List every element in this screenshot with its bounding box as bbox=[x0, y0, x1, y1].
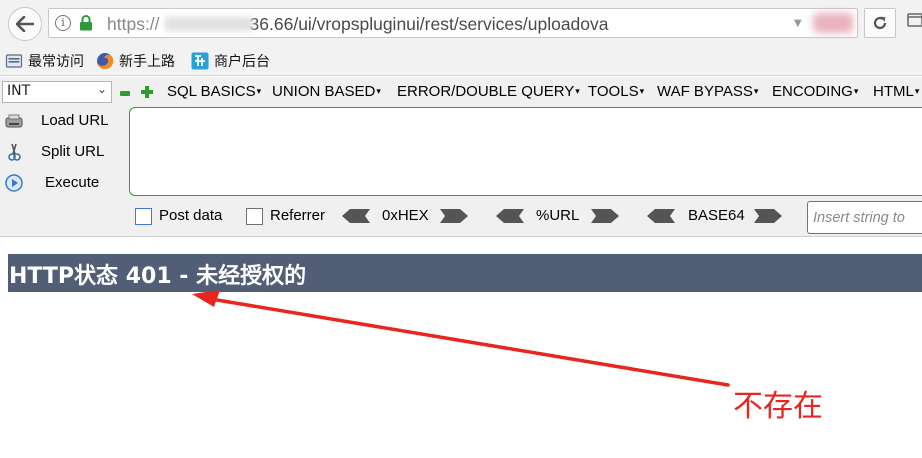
bookmark-label: 新手上路 bbox=[119, 54, 175, 70]
base64-decode-arrow-icon[interactable] bbox=[647, 208, 677, 224]
annotation-arrowhead bbox=[192, 290, 220, 307]
type-select-value: INT bbox=[7, 83, 31, 99]
extension-icon-blurred[interactable] bbox=[813, 13, 853, 33]
scissors-icon bbox=[8, 143, 21, 161]
type-select[interactable]: INT ⌄ bbox=[2, 81, 112, 103]
menu-union-based[interactable]: UNION BASED▾ bbox=[272, 83, 381, 100]
menu-html[interactable]: HTML▾ bbox=[873, 83, 919, 100]
address-bar[interactable]: i https:// 36.66/ui/vropspluginui/rest/se… bbox=[48, 8, 858, 38]
caret-icon: ▾ bbox=[575, 86, 580, 96]
plus-icon[interactable] bbox=[141, 86, 153, 98]
menu-label: ERROR/DOUBLE QUERY bbox=[397, 83, 575, 100]
load-url-icon bbox=[5, 114, 23, 128]
caret-icon: ▾ bbox=[914, 86, 920, 96]
url-encode-label: %URL bbox=[536, 207, 580, 224]
more-tools-icon[interactable] bbox=[906, 12, 922, 32]
firefox-logo-icon bbox=[97, 52, 114, 69]
play-icon bbox=[5, 174, 23, 192]
caret-icon: ▾ bbox=[376, 86, 381, 96]
caret-icon: ▾ bbox=[256, 86, 262, 96]
menu-error-double-query[interactable]: ERROR/DOUBLE QUERY▾ bbox=[397, 83, 580, 100]
url-decode-arrow-icon[interactable] bbox=[496, 208, 526, 224]
bookmark-label: 最常访问 bbox=[28, 54, 84, 70]
post-data-label: Post data bbox=[159, 207, 223, 224]
menu-encoding[interactable]: ENCODING▾ bbox=[772, 83, 858, 100]
bookmark-label: 商户后台 bbox=[214, 54, 270, 70]
lock-icon[interactable] bbox=[79, 15, 93, 31]
url-scheme: https:// bbox=[107, 14, 160, 34]
menu-label: UNION BASED bbox=[272, 83, 376, 100]
chevron-down-icon: ⌄ bbox=[96, 82, 107, 96]
execute-button[interactable]: Execute bbox=[0, 169, 126, 197]
url-dropdown-icon[interactable]: ▼ bbox=[794, 18, 802, 29]
bookmark-folder-icon bbox=[5, 54, 23, 68]
menu-tools[interactable]: TOOLS▾ bbox=[588, 83, 644, 100]
error-heading-bar: HTTP状态 401 - 未经授权的 bbox=[8, 254, 922, 292]
reload-icon bbox=[873, 16, 887, 30]
caret-icon: ▾ bbox=[753, 86, 759, 96]
error-title: HTTP状态 401 - 未经授权的 bbox=[9, 264, 307, 289]
bookmark-most-visited[interactable]: 最常访问 bbox=[5, 51, 84, 71]
base64-label: BASE64 bbox=[688, 207, 745, 224]
split-url-button[interactable]: Split URL bbox=[0, 138, 126, 166]
back-arrow-icon bbox=[16, 16, 34, 32]
browser-toolbar: i https:// 36.66/ui/vropspluginui/rest/se… bbox=[0, 0, 922, 46]
redaction-blur bbox=[165, 17, 253, 31]
hackbar-menu-row: INT ⌄ SQL BASICS▾ UNION BASED▾ ERROR/DOU… bbox=[0, 79, 922, 105]
load-url-label: Load URL bbox=[41, 112, 109, 129]
hex-encode-arrow-icon[interactable] bbox=[438, 208, 468, 224]
referrer-checkbox[interactable] bbox=[246, 208, 263, 225]
menu-label: WAF BYPASS bbox=[657, 83, 753, 100]
hex-decode-arrow-icon[interactable] bbox=[342, 208, 372, 224]
minus-icon[interactable] bbox=[120, 91, 130, 96]
split-url-label: Split URL bbox=[41, 143, 105, 160]
url-host-visible: 36.66 bbox=[249, 14, 294, 34]
url-textarea[interactable] bbox=[129, 107, 922, 196]
menu-label: HTML bbox=[873, 83, 914, 100]
bookmark-merchant[interactable]: 商户后台 bbox=[191, 51, 270, 71]
referrer-label: Referrer bbox=[270, 207, 326, 224]
menu-label: ENCODING bbox=[772, 83, 853, 100]
hex-label: 0xHEX bbox=[382, 207, 429, 224]
load-url-button[interactable]: Load URL bbox=[0, 107, 126, 135]
url-path: /ui/vropspluginui/rest/services/uploadov… bbox=[293, 14, 609, 34]
merchant-site-icon bbox=[191, 52, 209, 70]
hackbar-options-row: Post data Referrer 0xHEX %URL BASE64 Ins… bbox=[0, 201, 922, 235]
annotation-arrow-line bbox=[203, 296, 730, 387]
caret-icon: ▾ bbox=[853, 86, 859, 96]
annotation-label: 不存在 bbox=[733, 389, 823, 424]
insert-string-input[interactable]: Insert string to bbox=[807, 201, 922, 234]
execute-label: Execute bbox=[45, 174, 100, 191]
info-icon[interactable]: i bbox=[55, 15, 71, 31]
bookmark-getting-started[interactable]: 新手上路 bbox=[96, 51, 175, 71]
back-button[interactable] bbox=[8, 7, 42, 41]
base64-encode-arrow-icon[interactable] bbox=[752, 208, 782, 224]
menu-label: SQL BASICS bbox=[167, 83, 256, 100]
hackbar-panel: INT ⌄ SQL BASICS▾ UNION BASED▾ ERROR/DOU… bbox=[0, 77, 922, 237]
post-data-checkbox[interactable] bbox=[135, 208, 152, 225]
menu-label: TOOLS bbox=[588, 83, 639, 100]
menu-sql-basics[interactable]: SQL BASICS▾ bbox=[167, 83, 261, 100]
url-encode-arrow-icon[interactable] bbox=[589, 208, 619, 224]
insert-string-placeholder: Insert string to bbox=[813, 210, 905, 226]
menu-waf-bypass[interactable]: WAF BYPASS▾ bbox=[657, 83, 758, 100]
bookmarks-toolbar: 最常访问 新手上路 商户后台 bbox=[0, 46, 922, 76]
reload-button[interactable] bbox=[864, 8, 896, 38]
caret-icon: ▾ bbox=[639, 86, 645, 96]
